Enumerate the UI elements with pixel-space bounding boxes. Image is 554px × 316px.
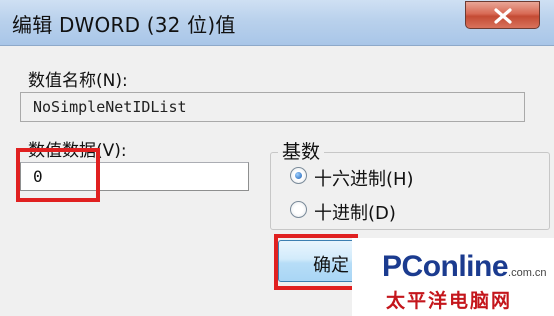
- title-bar: 编辑 DWORD (32 位)值: [0, 0, 554, 46]
- radio-hex[interactable]: [290, 167, 307, 184]
- value-data-highlight: [16, 148, 100, 202]
- radio-decimal[interactable]: [290, 201, 307, 218]
- brand-wordmark: PConline.com.cn: [382, 250, 547, 283]
- value-name-field: NoSimpleNetIDList: [20, 92, 525, 122]
- value-name-label: 数值名称(N):: [28, 71, 128, 91]
- ok-button-highlight: [274, 234, 358, 290]
- close-button[interactable]: [465, 1, 540, 29]
- base-group-label: 基数: [278, 137, 325, 164]
- close-icon: [494, 8, 512, 24]
- brand-chinese-name: 太平洋电脑网: [386, 290, 513, 312]
- watermark-logo: PConline.com.cn 太平洋电脑网: [352, 238, 554, 316]
- radio-hex-label[interactable]: 十六进制(H): [314, 165, 414, 191]
- window-title: 编辑 DWORD (32 位)值: [12, 13, 236, 37]
- radio-decimal-label[interactable]: 十进制(D): [314, 199, 396, 225]
- value-name-text: NoSimpleNetIDList: [33, 98, 187, 116]
